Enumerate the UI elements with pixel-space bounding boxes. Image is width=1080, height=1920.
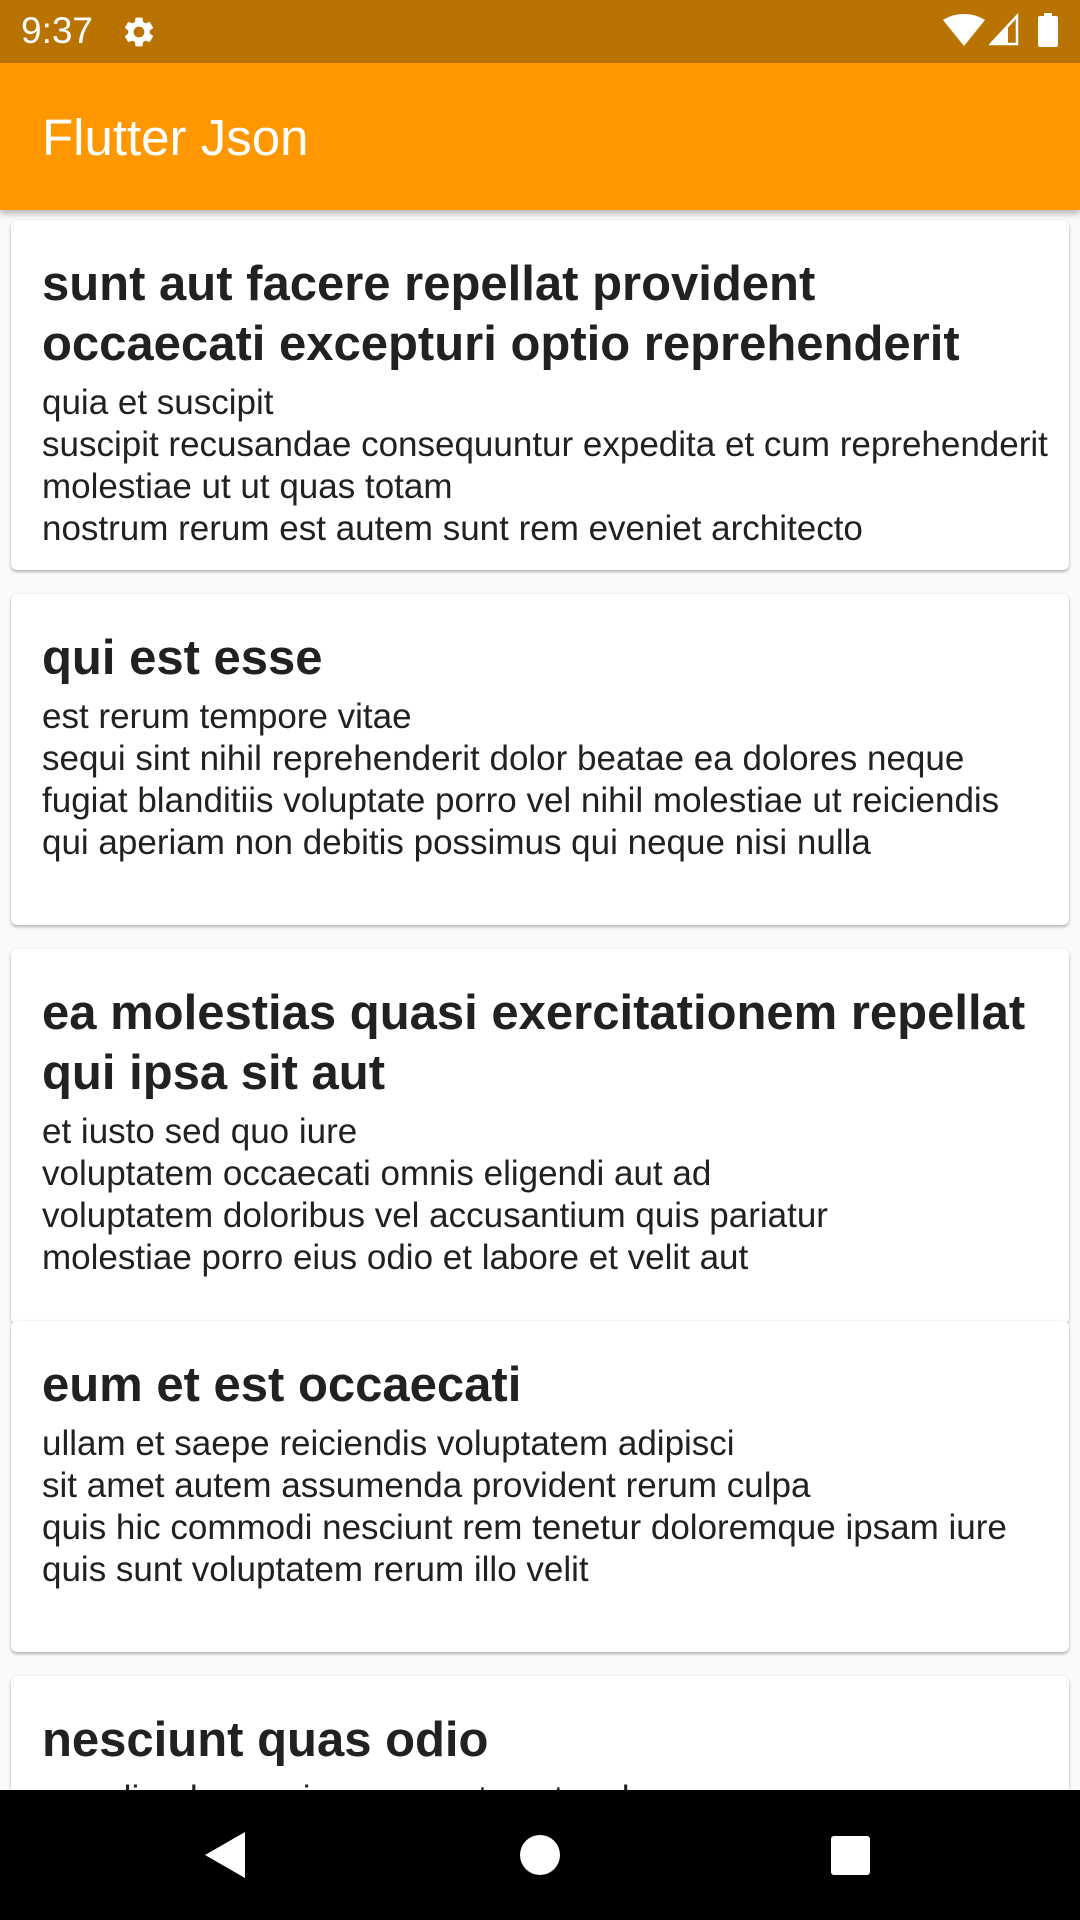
post-card[interactable]: eum et est occaecati ullam et saepe reic… (11, 1321, 1069, 1652)
post-card[interactable]: nesciunt quas odio repudiandae veniam qu… (11, 1676, 1069, 1790)
home-icon[interactable] (520, 1835, 560, 1875)
signal-icon (989, 13, 1019, 46)
post-title: nesciunt quas odio (42, 1713, 489, 1767)
post-title: qui est esse (42, 631, 323, 685)
post-title: sunt aut facere repellat provident occae… (42, 257, 960, 371)
post-body: est rerum tempore vitae sequi sint nihil… (42, 697, 1000, 862)
status-time: 9:37 (21, 10, 94, 51)
post-card[interactable]: ea molestias quasi exercitationem repell… (11, 949, 1069, 1324)
app-bar: Flutter Json (0, 63, 1080, 210)
battery-icon (1038, 13, 1058, 47)
post-title: eum et est occaecati (42, 1358, 522, 1412)
app-title: Flutter Json (42, 109, 309, 166)
post-body: ullam et saepe reiciendis voluptatem adi… (42, 1424, 1007, 1589)
recents-icon[interactable] (831, 1836, 870, 1875)
back-icon[interactable] (205, 1832, 245, 1878)
post-body: repudiandae veniam quaerat sunt sed (42, 1778, 1052, 1790)
navigation-bar (0, 1790, 1080, 1920)
wifi-icon (943, 14, 985, 46)
post-card[interactable]: sunt aut facere repellat provident occae… (11, 220, 1069, 570)
post-body: quia et suscipit suscipit recusandae con… (42, 383, 1048, 548)
status-bar: 9:37 (0, 0, 1080, 63)
screen: 9:37 Flutter Json sunt aut facere repell… (0, 0, 1080, 1920)
post-title: ea molestias quasi exercitationem repell… (42, 986, 1026, 1100)
post-list[interactable]: sunt aut facere repellat provident occae… (0, 210, 1080, 1790)
post-body: et iusto sed quo iure voluptatem occaeca… (42, 1112, 828, 1277)
post-card[interactable]: qui est esse est rerum tempore vitae seq… (11, 594, 1069, 925)
gear-icon (124, 17, 154, 47)
